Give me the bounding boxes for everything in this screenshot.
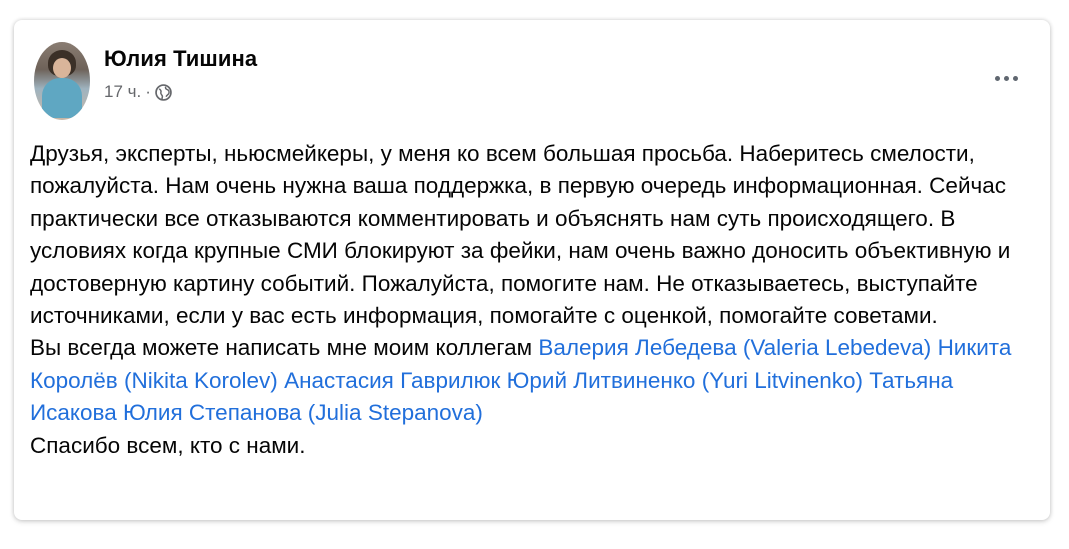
author-name[interactable]: Юлия Тишина	[104, 46, 257, 72]
avatar-face	[53, 58, 71, 78]
contacts-intro: Вы всегда можете написать мне моим колле…	[30, 335, 533, 361]
post-header: Юлия Тишина 17 ч. ·	[34, 42, 257, 120]
tag-julia-stepanova[interactable]: Юлия Степанова (Julia Stepanova)	[123, 400, 483, 425]
post-paragraph: Друзья, эксперты, ньюсмейкеры, у меня ко…	[30, 141, 1011, 329]
tag-anastasia-gavrilyuk[interactable]: Анастасия Гаврилюк	[284, 368, 500, 393]
avatar-body	[42, 78, 82, 118]
post-time[interactable]: 17 ч.	[104, 82, 141, 102]
globe-icon	[155, 83, 172, 101]
more-options-icon-dot	[1012, 75, 1018, 81]
more-options-icon-dot	[1003, 75, 1009, 81]
tag-yuri-litvinenko[interactable]: Юрий Литвиненко (Yuri Litvinenko)	[507, 368, 863, 393]
post-meta: Юлия Тишина 17 ч. ·	[104, 46, 257, 102]
more-options-icon	[994, 75, 1000, 81]
post-subline: 17 ч. ·	[104, 82, 257, 102]
separator-dot: ·	[145, 82, 151, 101]
closing-line: Спасибо всем, кто с нами.	[30, 432, 306, 458]
post-text: Друзья, эксперты, ньюсмейкеры, у меня ко…	[30, 138, 1040, 462]
post-card: Юлия Тишина 17 ч. · Друзья, эксперты, нь…	[14, 20, 1050, 520]
avatar[interactable]	[34, 42, 90, 120]
contacts-paragraph: Вы всегда можете написать мне моим колле…	[30, 332, 1040, 429]
more-options-button[interactable]	[988, 68, 1024, 88]
tag-valeria-lebedeva[interactable]: Валерия Лебедева (Valeria Lebedeva)	[538, 335, 931, 360]
